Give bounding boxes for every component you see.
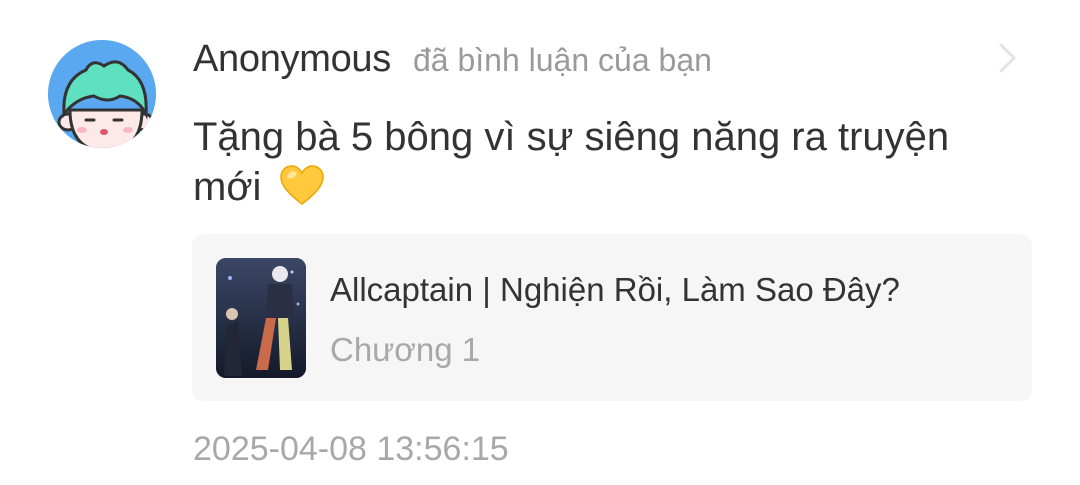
notification-header: Anonymous đã bình luận của bạn <box>193 38 712 82</box>
timestamp: 2025-04-08 13:56:15 <box>193 430 509 468</box>
story-title[interactable]: Allcaptain | Nghiện Rồi, Làm Sao Đây? <box>330 271 900 309</box>
avatar[interactable] <box>48 40 156 148</box>
action-text: đã bình luận của bạn <box>412 42 712 78</box>
story-cover[interactable] <box>216 258 306 378</box>
chevron-right-icon[interactable] <box>996 40 1020 76</box>
yellow-heart-icon <box>279 165 324 205</box>
story-cover-thumbnail-icon <box>216 258 306 378</box>
user-name[interactable]: Anonymous <box>193 38 391 81</box>
story-card[interactable]: Allcaptain | Nghiện Rồi, Làm Sao Đây? Ch… <box>192 234 1032 401</box>
comment-body: Tặng bà 5 bông vì sự siêng năng ra truyệ… <box>193 112 993 212</box>
chapter-label: Chương 1 <box>330 331 481 368</box>
cartoon-character-avatar-icon <box>48 40 156 148</box>
